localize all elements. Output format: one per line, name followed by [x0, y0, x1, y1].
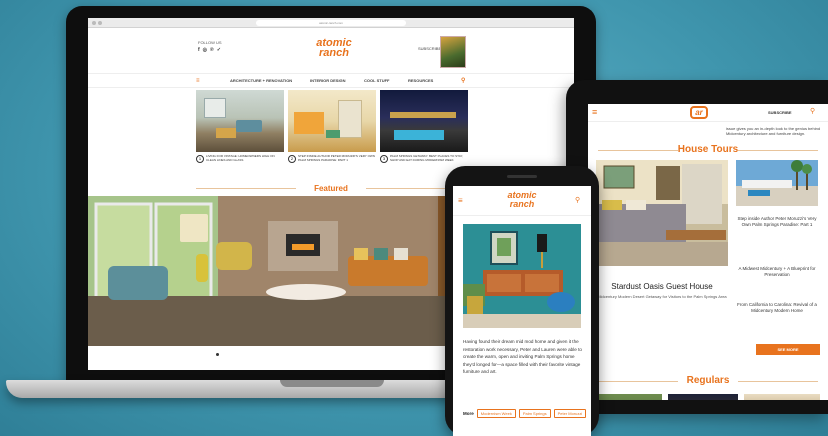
side-article-link[interactable]: Step inside Author Peter Moruzzi's Very … [736, 216, 818, 228]
tablet-device: ≡ ar SUBSCRIBE ⚲ issue gives you an in-d… [566, 80, 828, 414]
bedroom-illustration [596, 160, 728, 266]
article-image[interactable] [463, 224, 581, 328]
twitter-icon[interactable]: ✓ [217, 47, 221, 53]
site-logo[interactable]: atomic ranch [497, 191, 547, 208]
phone-speaker [507, 175, 537, 178]
side-article-image[interactable] [736, 160, 818, 206]
house-tour-title[interactable]: Stardust Oasis Guest House [596, 282, 728, 291]
divider [738, 381, 818, 382]
nav-item-architecture[interactable]: ARCHITECTURE + RENOVATION [230, 78, 292, 83]
follow-us: FOLLOW US f ◎ ℗ ✓ [198, 40, 222, 53]
logo-line-2: ranch [509, 198, 535, 209]
menu-icon[interactable]: ≡ [196, 78, 200, 84]
phone-device: ≡ atomic ranch ⚲ Having found their drea… [445, 166, 599, 436]
subscribe-link[interactable]: SUBSCRIBE [418, 46, 441, 51]
tile-number: 1 [196, 155, 204, 163]
tag-modernism-week[interactable]: Modernism Week [476, 409, 516, 418]
phone-screen: ≡ atomic ranch ⚲ Having found their drea… [453, 186, 591, 436]
more-label: More [463, 411, 474, 416]
nav-item-interior-design[interactable]: INTERIOR DESIGN [310, 78, 346, 83]
instagram-icon[interactable]: ◎ [203, 47, 207, 53]
search-icon[interactable]: ⚲ [810, 107, 815, 115]
tablet-header: ≡ ar SUBSCRIBE ⚲ [588, 104, 828, 122]
tag-list: More Modernism Week Palm Springs Peter M… [463, 409, 587, 418]
window-control-icon[interactable] [98, 21, 102, 25]
tile-number: 2 [288, 155, 296, 163]
palm-springs-illustration [736, 160, 818, 206]
magazine-cover[interactable] [440, 36, 466, 68]
site-logo-mark[interactable]: ar [690, 106, 708, 119]
divider [738, 150, 818, 151]
carousel-dot[interactable] [216, 353, 219, 356]
regulars-image[interactable] [744, 394, 820, 400]
nav-item-resources[interactable]: RESOURCES [408, 78, 433, 83]
phone-header: ≡ atomic ranch ⚲ [453, 186, 591, 216]
article-tile[interactable]: 2 STEP INSIDE AUTHOR PETER MORUZZI'S VER… [288, 90, 376, 163]
article-image [380, 90, 468, 152]
tile-caption: PALM SPRINGS GETAWAY: BEST PLACES TO STA… [390, 154, 463, 162]
main-nav: ≡ ARCHITECTURE + RENOVATION INTERIOR DES… [88, 74, 574, 88]
search-icon[interactable]: ⚲ [575, 196, 580, 204]
subscribe-link[interactable]: SUBSCRIBE [768, 110, 792, 115]
article-tile[interactable]: 3 PALM SPRINGS GETAWAY: BEST PLACES TO S… [380, 90, 468, 163]
regulars-image[interactable] [668, 394, 738, 400]
intro-text: issue gives you an in-depth look to the … [726, 126, 821, 137]
article-image [288, 90, 376, 152]
tablet-screen: ≡ ar SUBSCRIBE ⚲ issue gives you an in-d… [588, 104, 828, 400]
logo-line-2: ranch [319, 47, 349, 60]
browser-toolbar: atomic-ranch.com [88, 18, 574, 28]
address-bar[interactable]: atomic-ranch.com [256, 19, 406, 26]
nav-item-cool-stuff[interactable]: COOL STUFF [364, 78, 389, 83]
facebook-icon[interactable]: f [198, 47, 200, 53]
site-logo[interactable]: atomic ranch [306, 37, 362, 60]
article-image [196, 90, 284, 152]
tile-number: 3 [380, 155, 388, 163]
menu-icon[interactable]: ≡ [592, 107, 597, 117]
social-icons: f ◎ ℗ ✓ [198, 47, 222, 53]
follow-label: FOLLOW US [198, 40, 222, 45]
site-header: FOLLOW US f ◎ ℗ ✓ atomic ranch SUBSCRIBE [88, 28, 574, 74]
house-tour-subtitle: Midcentury Modern Desert Getaway for Vis… [597, 294, 727, 299]
teal-room-illustration [463, 224, 581, 328]
side-article-link[interactable]: A Midwest Midcentury + A Blueprint for P… [736, 266, 818, 278]
tile-caption: LIVING FOR VINTAGE: HOMEOWNERS HIGH ON C… [206, 154, 275, 162]
pinterest-icon[interactable]: ℗ [210, 47, 214, 53]
regulars-image[interactable] [596, 394, 662, 400]
tag-peter-moruzzi[interactable]: Peter Moruzzi [553, 409, 587, 418]
menu-icon[interactable]: ≡ [458, 196, 463, 205]
search-icon[interactable]: ⚲ [461, 77, 465, 84]
laptop-hinge-notch [280, 380, 384, 387]
tag-palm-springs[interactable]: Palm Springs [518, 409, 551, 418]
window-control-icon[interactable] [92, 21, 96, 25]
see-more-button[interactable]: SEE MORE [756, 344, 820, 355]
side-article-link[interactable]: From California to Carolina: Revival of … [736, 302, 818, 314]
article-tiles: 1 LIVING FOR VINTAGE: HOMEOWNERS HIGH ON… [196, 90, 468, 163]
tile-caption: STEP INSIDE AUTHOR PETER MORUZZI'S VERY … [298, 154, 375, 162]
house-tour-image[interactable] [596, 160, 728, 266]
article-body-text: Having found their dream mid mod home an… [463, 339, 582, 375]
article-tile[interactable]: 1 LIVING FOR VINTAGE: HOMEOWNERS HIGH ON… [196, 90, 284, 163]
